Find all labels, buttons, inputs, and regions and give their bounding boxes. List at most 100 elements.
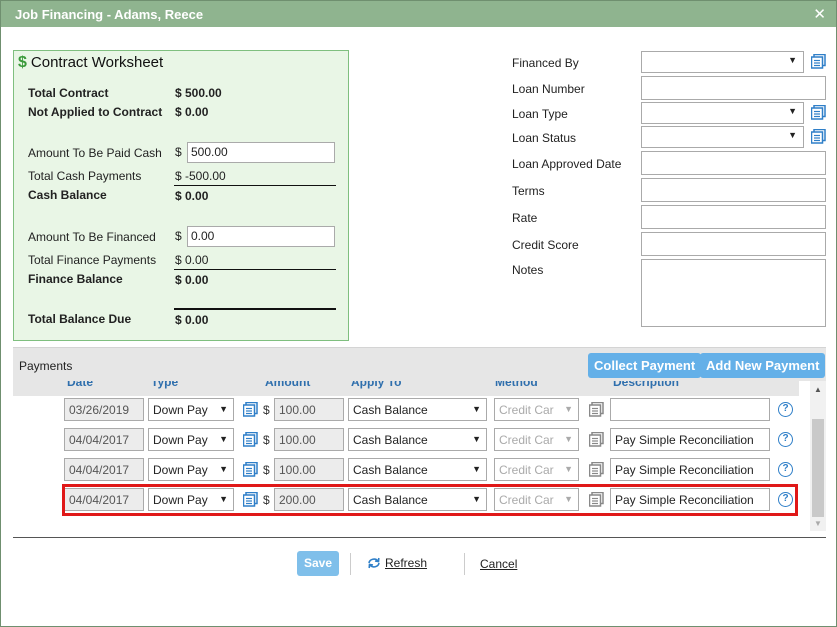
apply-to-select[interactable]: Cash Balance ▼ [348,458,487,481]
payment-method-value: Credit Car [499,463,554,477]
total-contract-value: $ 500.00 [175,86,222,100]
help-icon[interactable]: ? [778,462,793,477]
chevron-down-icon: ▼ [788,106,797,116]
close-icon[interactable]: ✕ [813,5,826,23]
apply-to-select[interactable]: Cash Balance ▼ [348,428,487,451]
payment-method-select[interactable]: Credit Car ▼ [494,428,579,451]
loan-approved-date-input[interactable] [641,151,826,175]
chevron-down-icon: ▼ [564,404,573,414]
finance-balance-label: Finance Balance [28,272,123,286]
list-edit-icon[interactable] [243,432,258,447]
payments-scrollbar[interactable]: ▲ ▼ [810,381,826,531]
chevron-down-icon: ▼ [472,404,481,414]
column-header-method: Method [495,381,538,389]
notes-label: Notes [512,263,544,277]
dollar-icon: $ [18,54,27,71]
chevron-down-icon: ▼ [788,55,797,65]
payment-method-select[interactable]: Credit Car ▼ [494,458,579,481]
payments-header: Payments Collect Payment Add New Payment [13,347,826,381]
chevron-down-icon: ▼ [219,464,228,474]
list-edit-icon[interactable] [589,402,604,417]
footer-separator [350,553,351,575]
scroll-down-icon[interactable]: ▼ [814,519,822,528]
cancel-link[interactable]: Cancel [480,557,517,571]
footer-divider [13,537,826,538]
rate-input[interactable] [641,205,826,229]
cash-balance-value: $ 0.00 [175,189,209,203]
refresh-icon [368,557,380,569]
list-edit-icon[interactable] [811,54,826,69]
loan-status-select[interactable]: ▼ [641,126,804,148]
financed-input[interactable]: 0.00 [187,226,335,247]
payment-amount-field[interactable]: 100.00 [274,428,344,451]
scroll-up-icon[interactable]: ▲ [814,385,822,394]
apply-to-value: Cash Balance [353,403,428,417]
list-edit-icon[interactable] [811,129,826,144]
cash-balance-label: Cash Balance [28,188,107,202]
paid-cash-input[interactable]: 500.00 [187,142,335,163]
title-bar: Job Financing - Adams, Reece ✕ [1,1,836,27]
loan-number-input[interactable] [641,76,826,100]
notes-textarea[interactable] [641,259,826,327]
total-balance-due-value: $ 0.00 [175,313,209,327]
list-edit-icon[interactable] [811,105,826,120]
payment-method-value: Credit Car [499,403,554,417]
payment-date-field[interactable]: 04/04/2017 [64,458,144,481]
scroll-thumb[interactable] [812,419,824,517]
column-header-description: Description [613,381,680,389]
collect-payment-button[interactable]: Collect Payment [588,353,702,378]
financed-by-label: Financed By [512,56,579,70]
rate-label: Rate [512,211,538,225]
chevron-down-icon: ▼ [472,464,481,474]
payment-type-value: Down Pay [153,463,208,477]
refresh-link[interactable]: Refresh [367,556,427,570]
paid-cash-currency: $ [175,145,182,159]
list-edit-icon[interactable] [243,402,258,417]
chevron-down-icon: ▼ [219,434,228,444]
payment-type-select[interactable]: Down Pay ▼ [148,428,234,451]
worksheet-title: Contract Worksheet [30,54,164,71]
payment-amount-field[interactable]: 100.00 [274,398,344,421]
column-header-apply-to: Apply To [351,381,402,389]
contract-worksheet-panel: $ Contract Worksheet Total Contract $ 500… [13,50,349,341]
payments-label: Payments [19,359,73,373]
help-icon[interactable]: ? [778,402,793,417]
payment-type-select[interactable]: Down Pay ▼ [148,398,234,421]
payment-amount-field[interactable]: 100.00 [274,458,344,481]
loan-status-label: Loan Status [512,131,577,145]
chevron-down-icon: ▼ [219,404,228,414]
terms-input[interactable] [641,178,826,202]
finance-balance-value: $ 0.00 [175,273,209,287]
payment-date-field[interactable]: 03/26/2019 [64,398,144,421]
loan-type-label: Loan Type [512,107,568,121]
payment-date-field[interactable]: 04/04/2017 [64,428,144,451]
payment-description-input[interactable] [610,398,770,421]
loan-number-label: Loan Number [512,82,585,96]
financed-by-select[interactable]: ▼ [641,51,804,73]
save-button[interactable]: Save [297,551,339,576]
loan-type-select[interactable]: ▼ [641,102,804,124]
payment-description-input[interactable]: Pay Simple Reconciliation [610,428,770,451]
list-edit-icon[interactable] [589,432,604,447]
column-header-amount: Amount [265,381,311,389]
chevron-down-icon: ▼ [472,434,481,444]
apply-to-select[interactable]: Cash Balance ▼ [348,398,487,421]
apply-to-value: Cash Balance [353,463,428,477]
payment-method-value: Credit Car [499,433,554,447]
worksheet-heading: $ Contract Worksheet [18,54,163,72]
payment-description-input[interactable]: Pay Simple Reconciliation [610,458,770,481]
payment-type-select[interactable]: Down Pay ▼ [148,458,234,481]
credit-score-input[interactable] [641,232,826,256]
list-edit-icon[interactable] [243,462,258,477]
loan-approved-date-label: Loan Approved Date [512,157,622,171]
add-new-payment-button[interactable]: Add New Payment [700,353,826,378]
amount-currency: $ [263,403,270,417]
help-icon[interactable]: ? [778,432,793,447]
total-contract-label: Total Contract [28,86,109,100]
column-header-date: Date [67,381,94,389]
list-edit-icon[interactable] [589,462,604,477]
payment-method-select[interactable]: Credit Car ▼ [494,398,579,421]
chevron-down-icon: ▼ [788,130,797,140]
total-finance-payments-label: Total Finance Payments [28,253,157,267]
total-cash-payments-value: $ -500.00 [175,169,226,183]
